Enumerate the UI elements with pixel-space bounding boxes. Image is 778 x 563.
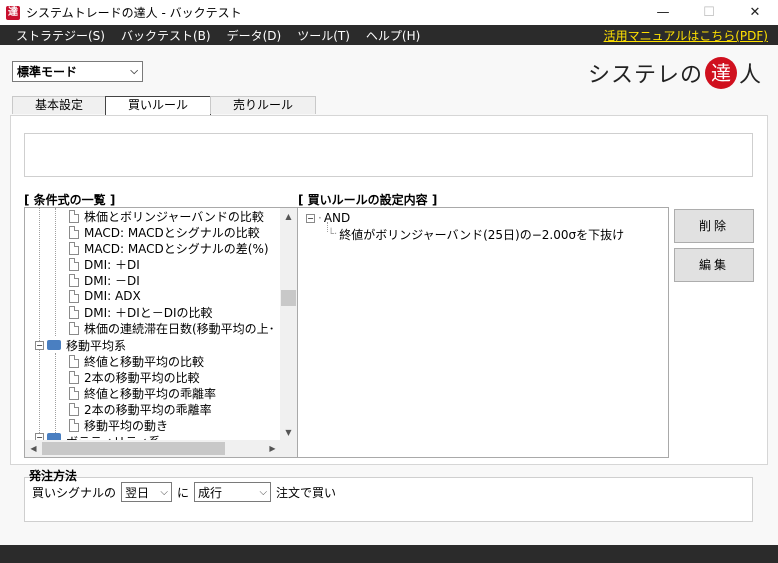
list-item[interactable]: MACD: MACDとシグナルの差(%) <box>69 240 269 256</box>
scroll-corner <box>280 440 297 457</box>
signal-label: 買いシグナルの <box>32 485 117 500</box>
list-item[interactable]: DMI: －DI <box>69 272 140 288</box>
list-item[interactable]: DMI: ADX <box>69 288 141 304</box>
main-content: 標準モード ⌵ システレの 達 人 基本設定 買いルール 売りルール [ 条件式… <box>0 45 778 545</box>
delete-button[interactable]: 削除 <box>674 209 754 243</box>
logo-text-left: システレの <box>587 63 703 88</box>
document-icon <box>69 370 79 384</box>
scroll-up-icon[interactable]: ▲ <box>280 208 297 225</box>
list-item[interactable]: 2本の移動平均の比較 <box>69 369 200 385</box>
document-icon <box>69 305 79 319</box>
document-icon <box>69 225 79 239</box>
window-title: システムトレードの達人 - バックテスト <box>26 6 242 20</box>
ni-label: に <box>177 485 190 500</box>
edit-button[interactable]: 編集 <box>674 248 754 282</box>
order-type-select[interactable]: 成行 ⌵ <box>194 482 272 502</box>
scroll-down-icon[interactable]: ▼ <box>280 424 297 441</box>
order-suffix-label: 注文で買い <box>276 485 337 500</box>
scroll-left-icon[interactable]: ◀ <box>25 440 42 457</box>
list-item[interactable]: 株価の連続滞在日数(移動平均の上･ <box>69 320 275 336</box>
menu-bar: ストラテジー(S) バックテスト(B) データ(D) ツール(T) ヘルプ(H)… <box>0 25 778 45</box>
tree-guide-line <box>55 208 56 336</box>
status-bar <box>0 545 778 563</box>
document-icon <box>69 354 79 368</box>
document-icon <box>69 257 79 271</box>
scroll-thumb[interactable] <box>281 290 296 306</box>
list-item[interactable]: 2本の移動平均の乖離率 <box>69 401 212 417</box>
menu-help[interactable]: ヘルプ(H) <box>358 27 428 44</box>
window-controls: — ☐ ✕ <box>640 0 778 25</box>
chevron-down-icon: ⌵ <box>259 486 268 498</box>
tree-guide-line <box>39 208 40 443</box>
chevron-down-icon: ⌵ <box>130 66 138 77</box>
list-item[interactable]: 終値と移動平均の比較 <box>69 353 204 369</box>
maximize-button[interactable]: ☐ <box>686 0 732 25</box>
conditions-header: [ 条件式の一覧 ] <box>24 193 116 207</box>
vertical-scrollbar[interactable]: ▲ ▼ <box>280 208 297 441</box>
collapse-icon[interactable]: − <box>306 213 315 223</box>
description-box <box>24 133 753 177</box>
close-button[interactable]: ✕ <box>732 0 778 25</box>
document-icon <box>69 386 79 400</box>
rule-tree[interactable]: − · AND └· 終値がボリンジャーバンド(25日)の−2.00σを下抜け <box>297 207 669 458</box>
document-icon <box>69 273 79 287</box>
tab-sell-rules[interactable]: 売りルール <box>210 96 317 114</box>
tab-basic-settings[interactable]: 基本設定 <box>12 96 107 114</box>
title-bar: 達 システムトレードの達人 - バックテスト — ☐ ✕ <box>0 0 778 25</box>
tree-group-moving-average[interactable]: − 移動平均系 <box>35 337 126 353</box>
collapse-icon[interactable]: − <box>35 340 44 350</box>
minimize-button[interactable]: — <box>640 0 686 25</box>
list-item[interactable]: 移動平均の動き <box>69 417 168 433</box>
document-icon <box>69 402 79 416</box>
list-item[interactable]: MACD: MACDとシグナルの比較 <box>69 224 260 240</box>
rule-root[interactable]: − · AND <box>306 210 350 226</box>
menu-backtest[interactable]: バックテスト(B) <box>113 27 219 44</box>
list-item[interactable]: DMI: ＋DI <box>69 256 140 272</box>
list-item[interactable]: DMI: ＋DIと－DIの比較 <box>69 304 213 320</box>
logo-text-right: 人 <box>738 63 762 88</box>
buy-rules-panel: [ 条件式の一覧 ] [ 買いルールの設定内容 ] 株価とボリンジャーバンドの比… <box>10 115 768 465</box>
horizontal-scrollbar[interactable]: ◀ ▶ <box>25 440 281 457</box>
logo: システレの 達 人 <box>588 57 762 89</box>
chevron-down-icon: ⌵ <box>160 486 169 498</box>
scroll-right-icon[interactable]: ▶ <box>264 440 281 457</box>
document-icon <box>69 241 79 255</box>
order-method-group: 発注方法 買いシグナルの 翌日 ⌵ に 成行 ⌵ 注文で買い <box>12 467 768 529</box>
document-icon <box>69 418 79 432</box>
list-item[interactable]: 株価とボリンジャーバンドの比較 <box>69 208 264 224</box>
app-icon: 達 <box>6 5 20 20</box>
tab-buy-rules[interactable]: 買いルール <box>105 96 212 115</box>
menu-strategy[interactable]: ストラテジー(S) <box>0 27 113 44</box>
menu-data[interactable]: データ(D) <box>219 27 290 44</box>
timing-select[interactable]: 翌日 ⌵ <box>121 482 173 502</box>
rules-header: [ 買いルールの設定内容 ] <box>298 193 438 207</box>
folder-icon <box>47 340 61 350</box>
order-method-row: 買いシグナルの 翌日 ⌵ に 成行 ⌵ 注文で買い <box>32 482 336 502</box>
list-item[interactable]: 終値と移動平均の乖離率 <box>69 385 216 401</box>
logo-circle: 達 <box>704 57 737 89</box>
document-icon <box>69 209 79 223</box>
mode-select-value: 標準モード <box>17 65 78 79</box>
condition-tree[interactable]: 株価とボリンジャーバンドの比較 MACD: MACDとシグナルの比較 MACD:… <box>24 207 298 458</box>
document-icon <box>69 321 79 335</box>
manual-pdf-link[interactable]: 活用マニュアルはこちら(PDF) <box>604 27 768 44</box>
rule-condition[interactable]: └· 終値がボリンジャーバンド(25日)の−2.00σを下抜け <box>328 226 624 242</box>
tab-bar: 基本設定 買いルール 売りルール <box>12 96 317 115</box>
document-icon <box>69 289 79 303</box>
tree-guide-line <box>55 353 56 435</box>
scroll-thumb[interactable] <box>42 442 225 455</box>
mode-select[interactable]: 標準モード ⌵ <box>12 61 143 82</box>
menu-tools[interactable]: ツール(T) <box>289 27 358 44</box>
